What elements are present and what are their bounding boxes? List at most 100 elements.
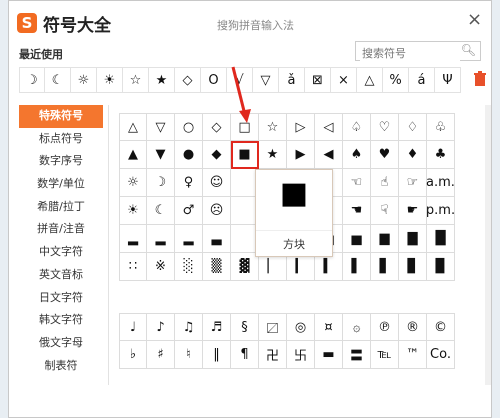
symbol-cell[interactable]: ▒: [203, 253, 231, 281]
symbol-cell[interactable]: ∷: [119, 253, 147, 281]
recent-symbol[interactable]: ☀: [97, 67, 123, 93]
symbol-cell[interactable]: ®: [399, 313, 427, 341]
symbol-cell[interactable]: ▊: [399, 253, 427, 281]
recent-symbol[interactable]: %: [383, 67, 409, 93]
category-item[interactable]: 拼音/注音: [19, 218, 103, 241]
symbol-cell[interactable]: ★: [259, 141, 287, 169]
recent-symbol[interactable]: Ψ: [435, 67, 461, 93]
symbol-cell[interactable]: ▉: [427, 253, 455, 281]
symbol-cell[interactable]: ☺: [203, 169, 231, 197]
symbol-cell[interactable]: ♣: [427, 141, 455, 169]
category-item[interactable]: 中文字符: [19, 241, 103, 264]
symbol-cell[interactable]: ▅: [343, 225, 371, 253]
symbol-cell[interactable]: ▎: [287, 253, 315, 281]
symbol-cell[interactable]: ☛: [399, 197, 427, 225]
symbol-cell[interactable]: ‖: [203, 341, 231, 369]
category-item[interactable]: 韩文字符: [19, 309, 103, 332]
symbol-cell[interactable]: §: [231, 313, 259, 341]
symbol-cell[interactable]: ☆: [259, 113, 287, 141]
category-item[interactable]: 数学/单位: [19, 173, 103, 196]
symbol-cell[interactable]: ▓: [231, 253, 259, 281]
symbol-cell[interactable]: ♤: [343, 113, 371, 141]
symbol-cell[interactable]: ▶: [287, 141, 315, 169]
symbol-cell[interactable]: ℡: [371, 341, 399, 369]
symbol-cell[interactable]: ●: [175, 141, 203, 169]
symbol-cell[interactable]: ◆: [203, 141, 231, 169]
symbol-cell[interactable]: ♥: [371, 141, 399, 169]
symbol-cell[interactable]: ☚: [343, 197, 371, 225]
category-item[interactable]: 希腊/拉丁: [19, 196, 103, 219]
recent-symbol[interactable]: ☾: [45, 67, 71, 93]
symbol-cell[interactable]: 〓: [343, 341, 371, 369]
symbol-cell[interactable]: ▲: [119, 141, 147, 169]
close-icon[interactable]: ×: [467, 11, 482, 29]
symbol-cell[interactable]: ♀: [175, 169, 203, 197]
symbol-cell[interactable]: ◇: [203, 113, 231, 141]
recent-symbol[interactable]: ☼: [71, 67, 97, 93]
symbol-cell[interactable]: p.m.: [426, 197, 455, 225]
category-item[interactable]: 英文音标: [19, 264, 103, 287]
symbol-cell[interactable]: ☼: [119, 169, 147, 197]
symbol-cell[interactable]: ۞: [343, 313, 371, 341]
symbol-cell[interactable]: ▼: [147, 141, 175, 169]
category-item[interactable]: 制表符: [19, 355, 103, 378]
scrollbar[interactable]: [485, 105, 491, 385]
category-item[interactable]: 标点符号: [19, 128, 103, 151]
symbol-cell[interactable]: ♬: [203, 313, 231, 341]
symbol-cell[interactable]: a.m.: [426, 169, 455, 197]
symbol-cell[interactable]: ◁: [315, 113, 343, 141]
search-icon[interactable]: 🔍︎: [461, 43, 476, 57]
symbol-cell[interactable]: ☹: [203, 197, 231, 225]
symbol-cell[interactable]: ♂: [175, 197, 203, 225]
search-box[interactable]: 🔍︎: [355, 41, 481, 63]
symbol-cell[interactable]: ☽: [147, 169, 175, 197]
symbol-cell[interactable]: ▃: [203, 225, 231, 253]
symbol-cell[interactable]: ♫: [175, 313, 203, 341]
symbol-cell[interactable]: ☝: [371, 169, 399, 197]
recent-symbol[interactable]: ☽: [19, 67, 45, 93]
recent-symbol[interactable]: ⊠: [305, 67, 331, 93]
symbol-cell[interactable]: ☜: [343, 169, 371, 197]
symbol-cell[interactable]: ¤: [315, 313, 343, 341]
symbol-cell[interactable]: ♡: [371, 113, 399, 141]
symbol-cell[interactable]: ░: [175, 253, 203, 281]
symbol-cell[interactable]: ☾: [147, 197, 175, 225]
symbol-cell[interactable]: ☞: [399, 169, 427, 197]
symbol-cell[interactable]: ™: [399, 341, 427, 369]
symbol-cell[interactable]: ♭: [119, 341, 147, 369]
trash-icon[interactable]: [474, 71, 486, 87]
symbol-cell[interactable]: ©: [427, 313, 455, 341]
symbol-cell[interactable]: ◀: [315, 141, 343, 169]
symbol-cell[interactable]: ♧: [427, 113, 455, 141]
recent-symbol[interactable]: ★: [149, 67, 175, 93]
symbol-cell[interactable]: Co.: [427, 341, 455, 369]
symbol-cell[interactable]: ℗: [371, 313, 399, 341]
recent-symbol[interactable]: ◇: [175, 67, 201, 93]
symbol-cell[interactable]: ▽: [147, 113, 175, 141]
recent-symbol[interactable]: ☆: [123, 67, 149, 93]
recent-symbol[interactable]: O: [201, 67, 227, 93]
symbol-cell[interactable]: ♪: [147, 313, 175, 341]
recent-symbol[interactable]: á: [409, 67, 435, 93]
symbol-cell[interactable]: ♠: [343, 141, 371, 169]
symbol-cell[interactable]: ♮: [175, 341, 203, 369]
recent-symbol[interactable]: △: [357, 67, 383, 93]
symbol-cell[interactable]: 卐: [287, 341, 315, 369]
symbol-cell[interactable]: ▌: [343, 253, 371, 281]
symbol-cell[interactable]: ▂: [175, 225, 203, 253]
symbol-cell[interactable]: ▷: [287, 113, 315, 141]
symbol-cell[interactable]: △: [119, 113, 147, 141]
symbol-cell[interactable]: █: [427, 225, 455, 253]
symbol-cell[interactable]: ♯: [147, 341, 175, 369]
category-item[interactable]: 俄文字母: [19, 332, 103, 355]
recent-symbol[interactable]: ×: [331, 67, 357, 93]
symbol-cell[interactable]: ☀: [119, 197, 147, 225]
symbol-cell[interactable]: ◎: [287, 313, 315, 341]
symbol-cell[interactable]: 卍: [259, 341, 287, 369]
symbol-cell[interactable]: ♦: [399, 141, 427, 169]
recent-symbol[interactable]: ▽: [253, 67, 279, 93]
symbol-cell[interactable]: ☟: [371, 197, 399, 225]
symbol-cell[interactable]: ¶: [231, 341, 259, 369]
category-item[interactable]: 特殊符号: [19, 105, 103, 128]
category-item[interactable]: 数字序号: [19, 150, 103, 173]
